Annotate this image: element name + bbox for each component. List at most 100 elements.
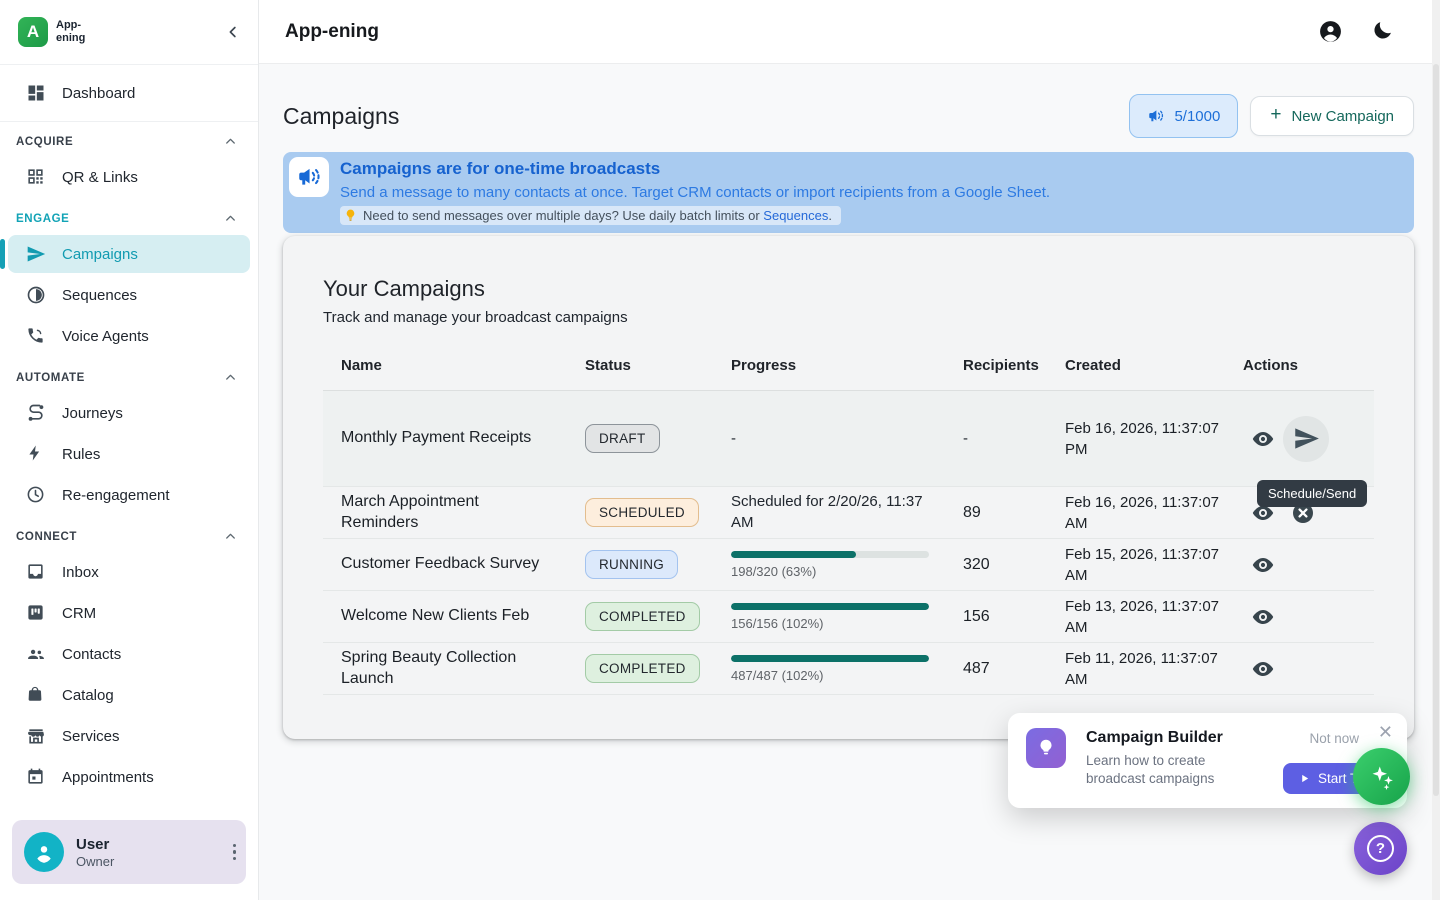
col-header-created: Created [1065, 357, 1243, 374]
scrollbar-thumb[interactable] [1433, 64, 1439, 796]
view-campaign-button[interactable] [1243, 545, 1283, 585]
sidebar-item-contacts[interactable]: Contacts [8, 635, 250, 673]
megaphone-icon [289, 157, 329, 197]
sidebar-collapse-button[interactable] [224, 23, 242, 41]
sidebar-item-re-engagement[interactable]: Re-engagement [8, 476, 250, 514]
quota-value: 5/1000 [1174, 108, 1220, 125]
sidebar-item-services[interactable]: Services [8, 717, 250, 755]
recipients-value: 487 [963, 660, 1065, 678]
sidebar-item-journeys[interactable]: Journeys [8, 394, 250, 432]
help-fab[interactable]: ? [1354, 822, 1407, 875]
sidebar-item-dashboard[interactable]: Dashboard [8, 71, 250, 115]
sidebar-item-label: Voice Agents [62, 328, 149, 345]
dark-mode-moon-icon[interactable] [1371, 19, 1396, 44]
section-acquire[interactable]: ACQUIRE [0, 122, 258, 155]
status-badge: COMPLETED [585, 602, 700, 631]
eye-icon [1251, 427, 1275, 451]
table-row[interactable]: Monthly Payment Receipts DRAFT - - Feb 1… [323, 391, 1374, 487]
sidebar-item-label: Inbox [62, 564, 99, 581]
chevron-up-icon [223, 134, 238, 149]
recipients-value: 320 [963, 556, 1065, 574]
user-avatar [24, 832, 64, 872]
col-header-actions: Actions [1243, 357, 1365, 374]
table-row[interactable]: Customer Feedback Survey RUNNING 198/320… [323, 539, 1374, 591]
send-icon [1293, 425, 1320, 452]
sidebar-item-label: Catalog [62, 687, 114, 704]
play-icon [1299, 773, 1310, 784]
sequences-link[interactable]: Sequences [763, 208, 828, 223]
new-campaign-button[interactable]: + New Campaign [1250, 96, 1414, 136]
table-row[interactable]: March Appointment Reminders SCHEDULED Sc… [323, 487, 1374, 539]
sidebar-item-inbox[interactable]: Inbox [8, 553, 250, 591]
page-title: Campaigns [283, 103, 399, 130]
banner-title: Campaigns are for one-time broadcasts [340, 159, 1050, 179]
sidebar-item-campaigns[interactable]: Campaigns [8, 235, 250, 273]
plus-icon: + [1270, 104, 1281, 126]
created-date: Feb 15, 2026, 11:37:07 AM [1065, 544, 1243, 586]
ai-assistant-fab[interactable] [1353, 748, 1410, 805]
banner-subtitle: Send a message to many contacts at once.… [340, 184, 1050, 201]
shopping-bag-icon [26, 685, 46, 705]
sidebar: A App-ening Dashboard ACQUIRE [0, 0, 259, 900]
created-date: Feb 11, 2026, 11:37:07 AM [1065, 648, 1243, 690]
sidebar-item-catalog[interactable]: Catalog [8, 676, 250, 714]
app-logo: A [18, 17, 48, 47]
lightbulb-icon [343, 208, 358, 223]
section-automate[interactable]: AUTOMATE [0, 358, 258, 391]
view-campaign-button[interactable] [1243, 597, 1283, 637]
chevron-up-icon [223, 211, 238, 226]
col-header-status: Status [585, 357, 731, 374]
chevron-up-icon [223, 529, 238, 544]
dashboard-icon [26, 83, 46, 103]
created-date: Feb 16, 2026, 11:37:07 AM [1065, 492, 1243, 534]
storefront-icon [26, 726, 46, 746]
topbar: App-ening [259, 0, 1440, 64]
sidebar-item-rules[interactable]: Rules [8, 435, 250, 473]
close-icon[interactable]: ✕ [1378, 723, 1393, 741]
info-banner: Campaigns are for one-time broadcasts Se… [283, 152, 1414, 233]
recipients-value: 89 [963, 504, 1065, 522]
campaign-name: Spring Beauty Collection Launch [341, 648, 585, 690]
app-logo-text: App-ening [56, 19, 102, 44]
calendar-icon [26, 767, 46, 787]
view-campaign-button[interactable] [1243, 649, 1283, 689]
sidebar-item-label: CRM [62, 605, 96, 622]
sidebar-item-sequences[interactable]: Sequences [8, 276, 250, 314]
section-engage[interactable]: ENGAGE [0, 199, 258, 232]
not-now-button[interactable]: Not now [1309, 731, 1359, 746]
eye-icon [1251, 553, 1275, 577]
sidebar-item-label: Contacts [62, 646, 121, 663]
section-connect[interactable]: CONNECT [0, 517, 258, 550]
progress-value: - [731, 430, 963, 447]
view-campaign-button[interactable] [1243, 419, 1283, 459]
send-campaign-button[interactable] [1283, 416, 1329, 462]
user-menu-kebab-icon[interactable] [233, 844, 237, 861]
logo-row: A App-ening [0, 0, 258, 64]
sidebar-item-label: Dashboard [62, 85, 135, 102]
sidebar-item-label: Appointments [62, 769, 154, 786]
user-name: User [76, 836, 114, 853]
sidebar-item-label: QR & Links [62, 169, 138, 186]
recipients-value: - [963, 430, 1065, 447]
sidebar-item-qr-links[interactable]: QR & Links [8, 158, 250, 196]
sidebar-item-voice-agents[interactable]: Voice Agents [8, 317, 250, 355]
created-date: Feb 16, 2026, 11:37:07 PM [1065, 418, 1243, 460]
card-subtitle: Track and manage your broadcast campaign… [323, 309, 1374, 326]
campaign-quota-badge[interactable]: 5/1000 [1129, 94, 1238, 138]
sidebar-item-crm[interactable]: CRM [8, 594, 250, 632]
sidebar-item-label: Journeys [62, 405, 123, 422]
user-card[interactable]: User Owner [12, 820, 246, 884]
popup-subtitle: Learn how to create broadcast campaigns [1086, 752, 1256, 788]
table-row[interactable]: Spring Beauty Collection Launch COMPLETE… [323, 643, 1374, 695]
tip-text: Need to send messages over multiple days… [363, 208, 763, 223]
page-scrollbar[interactable] [1432, 0, 1440, 900]
active-indicator [0, 239, 5, 269]
progress-bar [731, 603, 929, 610]
recipients-value: 156 [963, 608, 1065, 626]
kanban-board-icon [26, 603, 46, 623]
account-icon[interactable] [1318, 19, 1343, 44]
send-icon [26, 244, 46, 264]
page-content: Campaigns 5/1000 + New Campaign [259, 64, 1440, 739]
table-row[interactable]: Welcome New Clients Feb COMPLETED 156/15… [323, 591, 1374, 643]
sidebar-item-appointments[interactable]: Appointments [8, 758, 250, 796]
